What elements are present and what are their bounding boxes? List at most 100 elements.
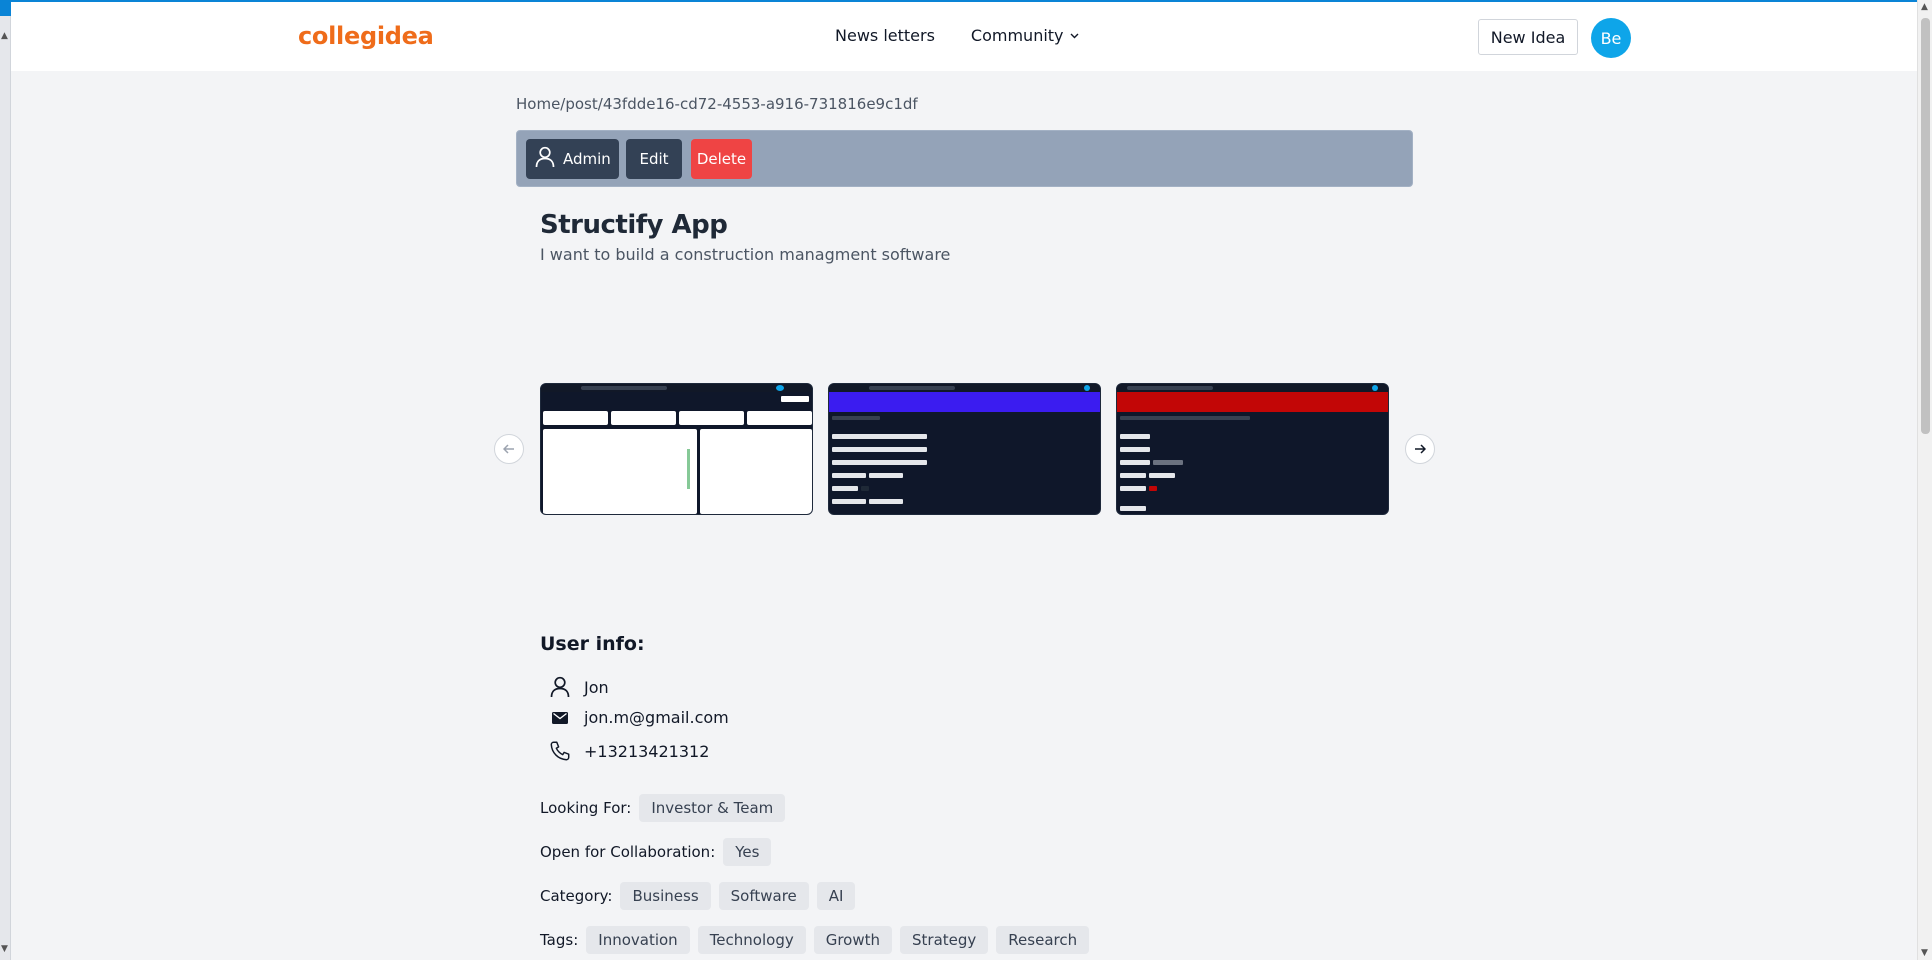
carousel-image-red-form[interactable] <box>1116 383 1389 515</box>
slide-field <box>1120 447 1150 452</box>
nav-community-label: Community <box>970 26 1064 45</box>
site-logo[interactable]: collegidea <box>298 22 434 50</box>
category-chip[interactable]: AI <box>816 882 856 910</box>
breadcrumb-home[interactable]: Home <box>516 95 560 113</box>
delete-button[interactable]: Delete <box>691 139 752 179</box>
slide-field <box>832 499 866 504</box>
window-edge: ▲ ▼ <box>0 0 11 960</box>
slide-field <box>869 499 903 504</box>
user-phone[interactable]: +13213421312 <box>584 742 709 761</box>
post-description: I want to build a construction managment… <box>540 245 951 264</box>
slide-tabs <box>1120 416 1250 420</box>
slide-field <box>1149 486 1157 491</box>
slide-field <box>832 486 858 491</box>
chevron-down-icon <box>1070 31 1079 42</box>
slide-avatar <box>776 385 784 391</box>
admin-toolbar: Admin Edit Delete <box>516 130 1413 187</box>
slide-field <box>832 447 927 452</box>
breadcrumb-post-id: 43fdde16-cd72-4553-a916-731816e9c1df <box>602 95 918 113</box>
category-chip[interactable]: Business <box>620 882 711 910</box>
collaboration-label: Open for Collaboration: <box>540 843 716 861</box>
slide-field <box>832 460 927 465</box>
slide-field <box>1120 506 1146 511</box>
category-row: Category: Business Software AI <box>540 882 856 910</box>
tags-row: Tags: Innovation Technology Growth Strat… <box>540 926 1090 954</box>
scroll-up-icon[interactable]: ▲ <box>1921 2 1928 12</box>
slide-field <box>1120 434 1150 439</box>
slide-avatar <box>1372 385 1378 391</box>
carousel-next-button[interactable] <box>1405 434 1435 464</box>
page-title: Structify App <box>540 210 728 240</box>
mail-icon <box>548 711 572 724</box>
slide-avatar <box>1084 385 1090 391</box>
tag-chip[interactable]: Growth <box>813 926 893 954</box>
slide-navbar <box>541 384 812 392</box>
scrollbar-thumb[interactable] <box>1921 18 1930 434</box>
slide-field <box>861 486 869 491</box>
slide-nav-items <box>581 386 667 390</box>
scroll-down-icon[interactable]: ▼ <box>1 944 8 954</box>
breadcrumb-post[interactable]: post <box>565 95 597 113</box>
user-info-heading: User info: <box>540 633 645 655</box>
user-phone-row: +13213421312 <box>548 740 709 762</box>
user-icon <box>548 676 572 698</box>
slide-overview-chart <box>543 429 697 514</box>
user-email[interactable]: jon.m@gmail.com <box>584 708 729 727</box>
carousel-image-dashboard[interactable] <box>540 383 813 515</box>
user-icon <box>535 146 555 172</box>
top-navbar: collegidea News letters Community New Id… <box>11 0 1917 71</box>
admin-button-label: Admin <box>563 150 611 168</box>
nav-newsletters[interactable]: News letters <box>835 26 935 45</box>
admin-button[interactable]: Admin <box>526 139 619 179</box>
edit-button[interactable]: Edit <box>626 139 682 179</box>
page-scrollbar[interactable]: ▲ ▼ <box>1917 0 1932 960</box>
slide-banner <box>1117 392 1388 412</box>
tag-chip[interactable]: Technology <box>697 926 806 954</box>
user-name: Jon <box>584 677 609 697</box>
tag-chip[interactable]: Innovation <box>586 926 690 954</box>
slide-field <box>832 434 927 439</box>
breadcrumb: Home/post/43fdde16-cd72-4553-a916-731816… <box>516 95 918 113</box>
category-label: Category: <box>540 887 613 905</box>
new-idea-button[interactable]: New Idea <box>1478 19 1578 55</box>
slide-field <box>1153 460 1183 465</box>
slide-navbar <box>829 384 1100 392</box>
slide-field <box>869 473 903 478</box>
tag-chip[interactable]: Strategy <box>900 926 989 954</box>
nav-community-dropdown[interactable]: Community <box>971 26 1079 45</box>
slide-banner <box>829 392 1100 412</box>
user-email-row: jon.m@gmail.com <box>548 708 729 727</box>
slide-field <box>1120 486 1146 491</box>
slide-stat-card <box>611 411 676 425</box>
slide-stat-card <box>679 411 744 425</box>
category-chip[interactable]: Software <box>718 882 809 910</box>
window-edge-accent <box>0 0 11 16</box>
slide-chart-bar <box>687 449 690 489</box>
avatar[interactable]: Be <box>1591 18 1631 58</box>
slide-recent-hours <box>700 429 812 514</box>
slide-navbar <box>1117 384 1388 392</box>
slide-field <box>1149 473 1175 478</box>
phone-icon <box>548 740 572 762</box>
arrow-left-icon <box>502 440 515 458</box>
user-name-row: Jon <box>548 676 609 698</box>
tag-chip[interactable]: Research <box>996 926 1090 954</box>
slide-field <box>1120 460 1150 465</box>
slide-tabs <box>832 416 880 420</box>
tags-label: Tags: <box>540 931 579 949</box>
arrow-right-icon <box>1414 440 1427 458</box>
looking-for-chip: Investor & Team <box>639 794 786 822</box>
carousel-image-blue-form[interactable] <box>828 383 1101 515</box>
slide-stat-card <box>543 411 608 425</box>
slide-nav-items <box>1127 386 1213 390</box>
carousel-prev-button[interactable] <box>494 434 524 464</box>
slide-dropdown <box>781 396 809 402</box>
slide-nav-items <box>869 386 955 390</box>
slide-field <box>1120 473 1146 478</box>
main-nav: News letters Community <box>835 26 1079 45</box>
collaboration-chip: Yes <box>723 838 772 866</box>
scroll-down-icon[interactable]: ▼ <box>1921 948 1928 958</box>
collaboration-row: Open for Collaboration: Yes <box>540 838 772 866</box>
looking-for-label: Looking For: <box>540 799 632 817</box>
scroll-up-icon[interactable]: ▲ <box>1 31 8 41</box>
